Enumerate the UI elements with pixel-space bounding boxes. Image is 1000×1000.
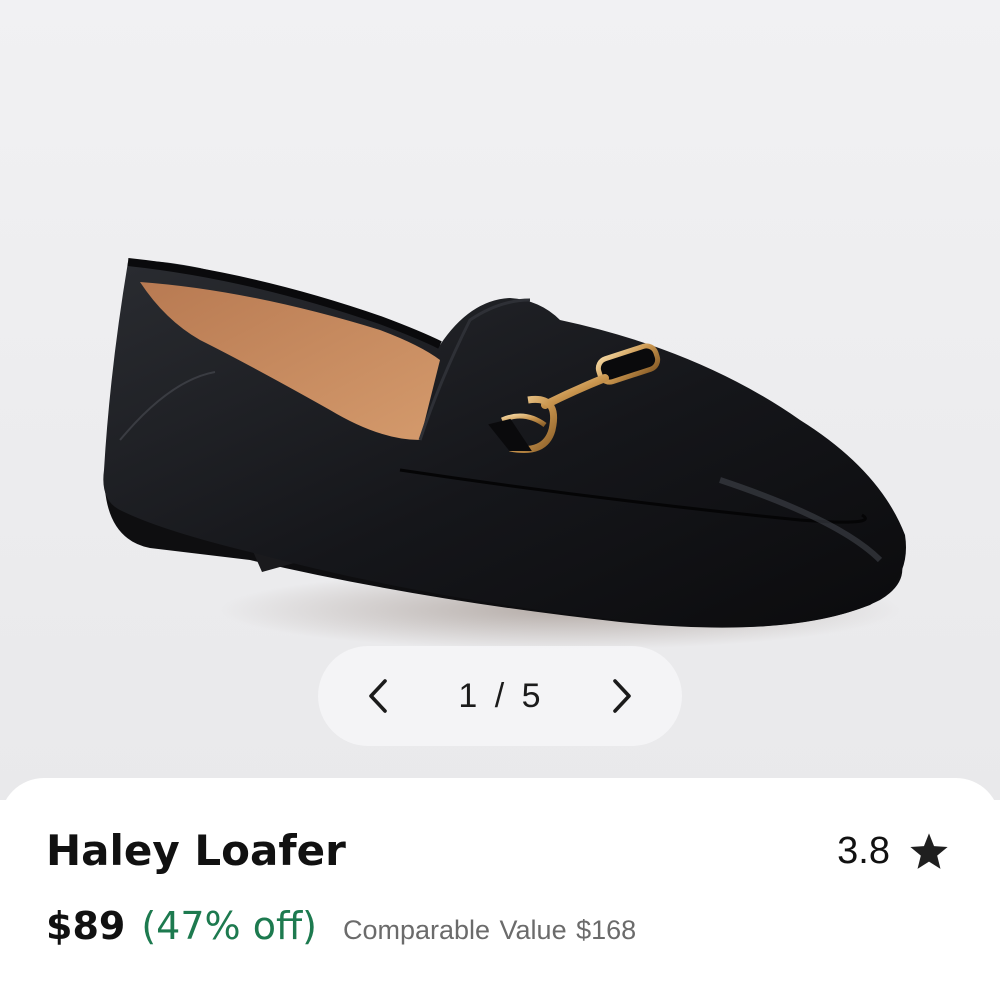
chevron-left-icon: [369, 679, 387, 713]
product-rating[interactable]: 3.8: [837, 830, 950, 873]
rating-value: 3.8: [837, 830, 890, 872]
star-icon: [910, 832, 948, 869]
next-image-button[interactable]: [594, 668, 650, 724]
discount-label: (47% off): [141, 904, 317, 948]
gallery-pager: 1 / 5: [318, 646, 682, 746]
product-info-card: Haley Loafer 3.8 $89 (47% off) Comparabl…: [0, 778, 1000, 1000]
product-gallery[interactable]: 1 / 5: [0, 0, 1000, 800]
comparable-label: Comparable Value: [342, 915, 567, 945]
comparable-price: $168: [576, 915, 637, 945]
comparable-value: Comparable Value $168: [343, 915, 636, 946]
product-title: Haley Loafer: [46, 826, 346, 875]
image-counter: 1 / 5: [458, 676, 542, 715]
price-row: $89 (47% off) Comparable Value $168: [46, 904, 636, 948]
chevron-right-icon: [613, 679, 631, 713]
sale-price: $89: [46, 904, 126, 948]
prev-image-button[interactable]: [350, 668, 406, 724]
